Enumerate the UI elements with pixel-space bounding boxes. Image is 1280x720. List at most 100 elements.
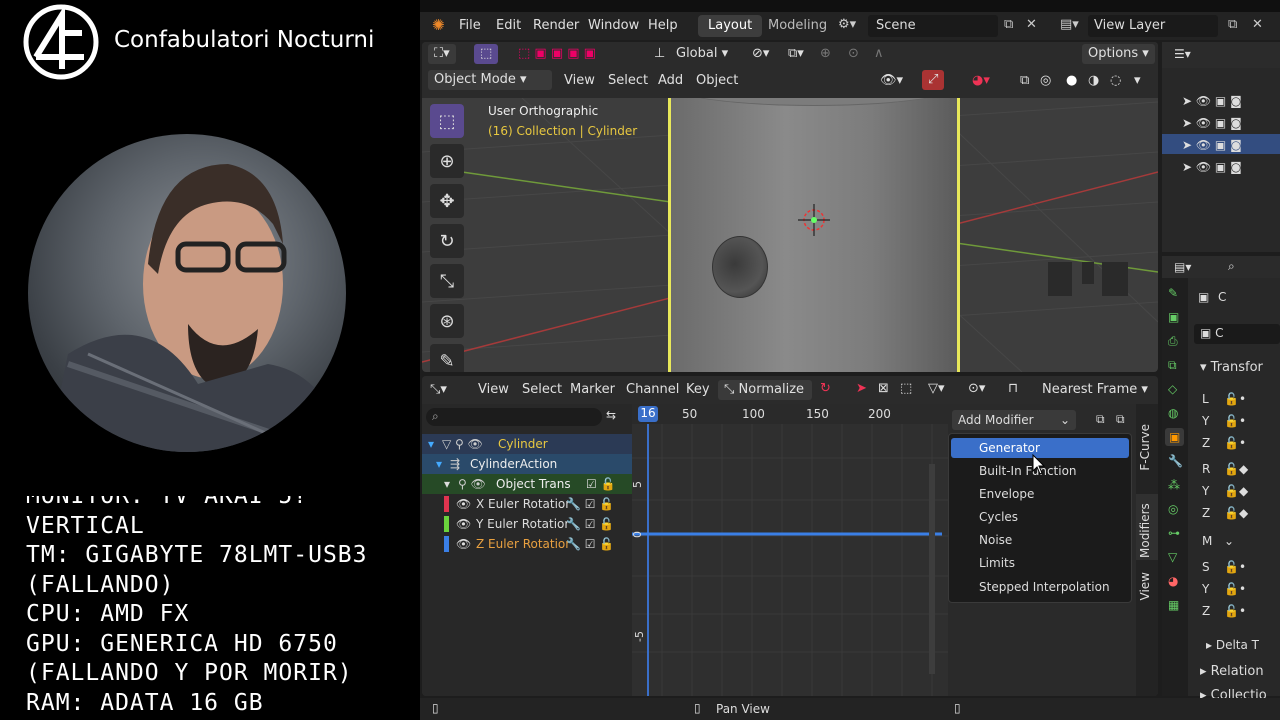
proportional-edit-icon[interactable]: ⊙ [848, 46, 859, 61]
view-layer-icon[interactable]: ▤▾ [1060, 17, 1079, 32]
tab-view-layer-icon[interactable]: ⧉ [1168, 358, 1177, 373]
blender-logo-icon[interactable]: ✺ [432, 16, 445, 34]
shading-options-icon[interactable]: ▾ [1134, 73, 1141, 88]
shading-render-icon[interactable]: ◌ [1110, 73, 1121, 88]
3d-viewport[interactable]: ⛶▾ ⬚ ⬚ ▣ ▣ ▣ ▣ ⊥ Global ▾ ⊘▾ ⧉▾ ⊕ ⊙ ∧ Op… [422, 42, 1158, 372]
channel-search-input[interactable]: ⌕ [426, 408, 602, 426]
tab-view[interactable]: View [1138, 572, 1152, 600]
modifier-noise[interactable]: Noise [979, 533, 1012, 547]
properties-editor-icon[interactable]: ▤▾ [1174, 260, 1191, 274]
view-layer-selector[interactable]: View Layer [1088, 15, 1218, 37]
snap-mode-icon[interactable]: ⊓ [1008, 381, 1018, 396]
editor-type-icon[interactable]: ⛶▾ [428, 44, 456, 64]
tab-scene-icon[interactable]: ◇ [1168, 382, 1177, 396]
fcurve-toggle-icons[interactable]: 🔧 ☑ 🔓 [566, 497, 614, 511]
tab-render-icon[interactable]: ▣ [1168, 310, 1179, 324]
tool-scale-icon[interactable]: ⤡ [430, 264, 464, 298]
tool-select-icon[interactable]: ⬚ [430, 104, 464, 138]
select-tool-icon[interactable]: ⬚ [474, 44, 499, 64]
outliner-row-icons[interactable]: ➤ 👁 ▣ ◙ [1182, 116, 1242, 130]
paste-modifiers-icon[interactable]: ⧉ [1116, 412, 1125, 427]
pivot-point-icon[interactable]: ⊙▾ [968, 381, 985, 396]
ge-menu-channel[interactable]: Channel [626, 382, 679, 397]
visibility-icon[interactable]: 👁 [456, 537, 471, 551]
outliner-row-icons[interactable]: ➤ 👁 ▣ ◙ [1182, 94, 1242, 108]
snap-mode-dropdown[interactable]: Nearest Frame ▾ [1042, 382, 1148, 397]
transform-panel-header[interactable]: ▾ Transfor [1200, 360, 1263, 375]
show-hidden-icon[interactable]: ⊠ [878, 381, 889, 396]
tool-rotate-icon[interactable]: ↻ [430, 224, 464, 258]
shading-solid-icon[interactable]: ● [1066, 73, 1077, 88]
gizmo-toggle-icon[interactable]: ⤢ [922, 70, 945, 90]
filter-icon[interactable]: ▽▾ [928, 381, 945, 396]
modifier-built-in-function[interactable]: Built-In Function [979, 464, 1077, 478]
shading-material-icon[interactable]: ◑ [1088, 73, 1099, 88]
modifier-stepped-interpolation[interactable]: Stepped Interpolation [979, 580, 1110, 594]
expand-icon[interactable]: ▾ [428, 437, 434, 451]
ge-menu-marker[interactable]: Marker [570, 382, 615, 397]
falloff-icon[interactable]: ∧ [874, 46, 884, 61]
new-view-layer-icon[interactable]: ⧉ [1228, 17, 1237, 32]
tool-cursor-icon[interactable]: ⊕ [430, 144, 464, 178]
menu-edit[interactable]: Edit [496, 18, 521, 33]
scene-icon[interactable]: ⚙▾ [838, 17, 856, 32]
auto-normalize-icon[interactable]: ↻ [820, 381, 831, 396]
outliner-row-icons[interactable]: ➤ 👁 ▣ ◙ [1182, 138, 1242, 152]
vp-menu-select[interactable]: Select [608, 73, 648, 88]
ge-menu-key[interactable]: Key [686, 382, 710, 397]
fcurve-toggle-icons[interactable]: 🔧 ☑ 🔓 [566, 537, 614, 551]
rot-z-lock-icon[interactable]: 🔓◆ [1224, 506, 1248, 520]
group-toggle-icons[interactable]: ☑ 🔓 [586, 477, 616, 491]
modifier-generator[interactable]: Generator [979, 441, 1040, 455]
tab-layout[interactable]: Layout [698, 15, 763, 37]
shading-wire-icon[interactable]: ◎ [1040, 73, 1051, 88]
expand-icon[interactable]: ▾ [436, 457, 442, 471]
current-frame-indicator[interactable]: 16 [638, 406, 658, 422]
ge-editor-type-icon[interactable]: ⤡▾ [430, 382, 447, 397]
menu-help[interactable]: Help [648, 18, 678, 33]
orientation-icon[interactable]: ⊥ [654, 46, 665, 61]
copy-modifiers-icon[interactable]: ⧉ [1096, 412, 1105, 427]
loc-z-lock-icon[interactable]: 🔓• [1224, 436, 1246, 450]
modifier-cycles[interactable]: Cycles [979, 510, 1018, 524]
tool-transform-icon[interactable]: ⊛ [430, 304, 464, 338]
rot-y-lock-icon[interactable]: 🔓◆ [1224, 484, 1248, 498]
tab-modifiers[interactable]: Modifiers [1136, 494, 1158, 560]
channel-row-object[interactable]: ▾ ▽ ⚲ 👁 Cylinder [422, 434, 632, 454]
snap-icon[interactable]: ⧉▾ [788, 46, 804, 61]
ge-menu-view[interactable]: View [478, 382, 509, 397]
overlay-icon[interactable]: ◕▾ [972, 73, 990, 88]
tab-texture-icon[interactable]: ▦ [1168, 598, 1179, 612]
menu-render[interactable]: Render [533, 18, 579, 33]
delete-scene-icon[interactable]: ✕ [1026, 17, 1037, 32]
fcurve-row-z[interactable]: 👁 Z Euler Rotatior 🔧 ☑ 🔓 [422, 534, 632, 554]
tab-constraints-icon[interactable]: ⊶ [1168, 526, 1180, 540]
xray-icon[interactable]: ⧉ [1020, 73, 1029, 88]
tool-move-icon[interactable]: ✥ [430, 184, 464, 218]
vp-menu-view[interactable]: View [564, 73, 595, 88]
outliner-row-icons[interactable]: ➤ 👁 ▣ ◙ [1182, 160, 1242, 174]
properties-search-icon[interactable]: ⌕ [1228, 259, 1235, 274]
scale-x-lock-icon[interactable]: 🔓• [1224, 560, 1246, 574]
tab-world-icon[interactable]: ◍ [1168, 406, 1178, 420]
tab-output-icon[interactable]: ⎙ [1168, 334, 1178, 349]
normalize-toggle[interactable]: ⤡ Normalize [718, 380, 812, 400]
vp-menu-add[interactable]: Add [658, 73, 683, 88]
tab-modeling[interactable]: Modeling [758, 15, 837, 37]
tab-material-icon[interactable]: ◕ [1168, 574, 1178, 588]
channel-swap-icon[interactable]: ⇆ [606, 408, 616, 422]
object-selector[interactable]: ▣ C [1194, 324, 1280, 344]
add-modifier-dropdown[interactable]: Add Modifier ⌄ [952, 410, 1076, 430]
modifier-envelope[interactable]: Envelope [979, 487, 1034, 501]
relations-panel[interactable]: ▸ Relation [1200, 664, 1264, 679]
tab-fcurve[interactable]: F-Curve [1138, 424, 1152, 471]
only-errors-icon[interactable]: ⬚ [900, 381, 912, 396]
visibility-icon[interactable]: 👁 [456, 497, 471, 511]
fcurve-row-x[interactable]: 👁 X Euler Rotatior 🔧 ☑ 🔓 [422, 494, 632, 514]
select-mode-icons[interactable]: ⬚ ▣ ▣ ▣ ▣ [518, 46, 596, 61]
channel-row-group[interactable]: ▾ ⚲ 👁 Object Trans ☑ 🔓 [422, 474, 632, 494]
tool-annotate-icon[interactable]: ✎ [430, 344, 464, 372]
new-scene-icon[interactable]: ⧉ [1004, 17, 1013, 32]
scale-z-lock-icon[interactable]: 🔓• [1224, 604, 1246, 618]
vp-menu-object[interactable]: Object [696, 73, 738, 88]
